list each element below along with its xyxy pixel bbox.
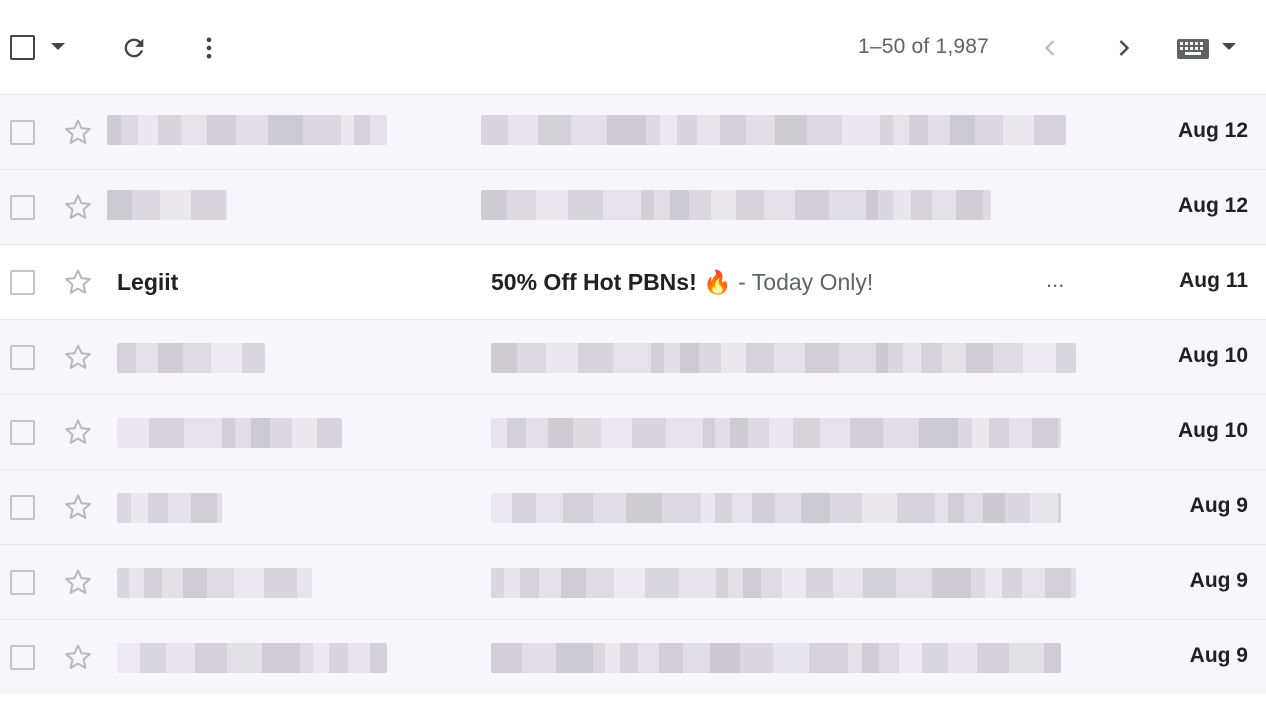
star-icon[interactable]	[63, 567, 93, 602]
email-date: Aug 10	[1177, 344, 1248, 367]
input-tools-dropdown-icon[interactable]	[1222, 43, 1236, 50]
redacted-sender	[117, 418, 342, 448]
redacted-subject	[491, 493, 1061, 523]
email-date: Aug 9	[1189, 644, 1248, 667]
star-icon[interactable]	[63, 417, 93, 452]
redacted-subject	[491, 343, 1076, 373]
star-icon[interactable]	[63, 642, 93, 677]
redacted-sender	[117, 493, 222, 523]
email-date: Aug 10	[1177, 419, 1248, 442]
keyboard-icon[interactable]	[1176, 38, 1210, 60]
email-sender: Legiit	[117, 269, 179, 295]
email-row[interactable]: Legiit 50% Off Hot PBNs! 🔥 - Today Only!.…	[0, 244, 1266, 319]
redacted-sender	[117, 643, 387, 673]
row-checkbox[interactable]	[10, 420, 35, 445]
row-checkbox[interactable]	[10, 195, 35, 220]
select-all-checkbox[interactable]	[10, 35, 35, 60]
row-checkbox[interactable]	[10, 495, 35, 520]
email-date: Aug 12	[1177, 194, 1248, 217]
snippet-ellipsis: ...	[1046, 267, 1065, 292]
redacted-sender	[107, 190, 227, 220]
row-checkbox[interactable]	[10, 570, 35, 595]
email-subject: 50% Off Hot PBNs! 🔥 - Today Only!	[491, 269, 873, 296]
row-checkbox[interactable]	[10, 345, 35, 370]
email-date: Aug 9	[1189, 494, 1248, 517]
redacted-sender	[107, 115, 387, 145]
star-icon[interactable]	[63, 267, 93, 302]
row-checkbox[interactable]	[10, 645, 35, 670]
email-date: Aug 9	[1189, 569, 1248, 592]
star-icon[interactable]	[63, 492, 93, 527]
email-snippet: - Today Only!	[731, 269, 874, 295]
toolbar: 1–50 of 1,987	[0, 0, 1266, 95]
star-icon[interactable]	[63, 192, 93, 227]
star-icon[interactable]	[63, 342, 93, 377]
redacted-subject	[481, 190, 991, 220]
star-icon[interactable]	[63, 117, 93, 152]
chevron-left-icon[interactable]	[1036, 34, 1064, 62]
redacted-subject	[491, 643, 1061, 673]
redacted-subject	[491, 418, 1061, 448]
row-checkbox[interactable]	[10, 270, 35, 295]
redacted-sender	[117, 568, 312, 598]
email-date: Aug 11	[1179, 269, 1248, 292]
redacted-sender	[117, 343, 265, 373]
more-vert-icon[interactable]	[195, 34, 223, 62]
chevron-right-icon[interactable]	[1110, 34, 1138, 62]
chevron-down-icon[interactable]	[51, 43, 65, 50]
redacted-subject	[491, 568, 1076, 598]
redacted-subject	[481, 115, 1066, 145]
pagination-label: 1–50 of 1,987	[858, 35, 990, 58]
email-subject-text: 50% Off Hot PBNs! 🔥	[491, 269, 732, 295]
refresh-icon[interactable]	[120, 34, 148, 62]
email-date: Aug 12	[1177, 119, 1248, 142]
row-checkbox[interactable]	[10, 120, 35, 145]
